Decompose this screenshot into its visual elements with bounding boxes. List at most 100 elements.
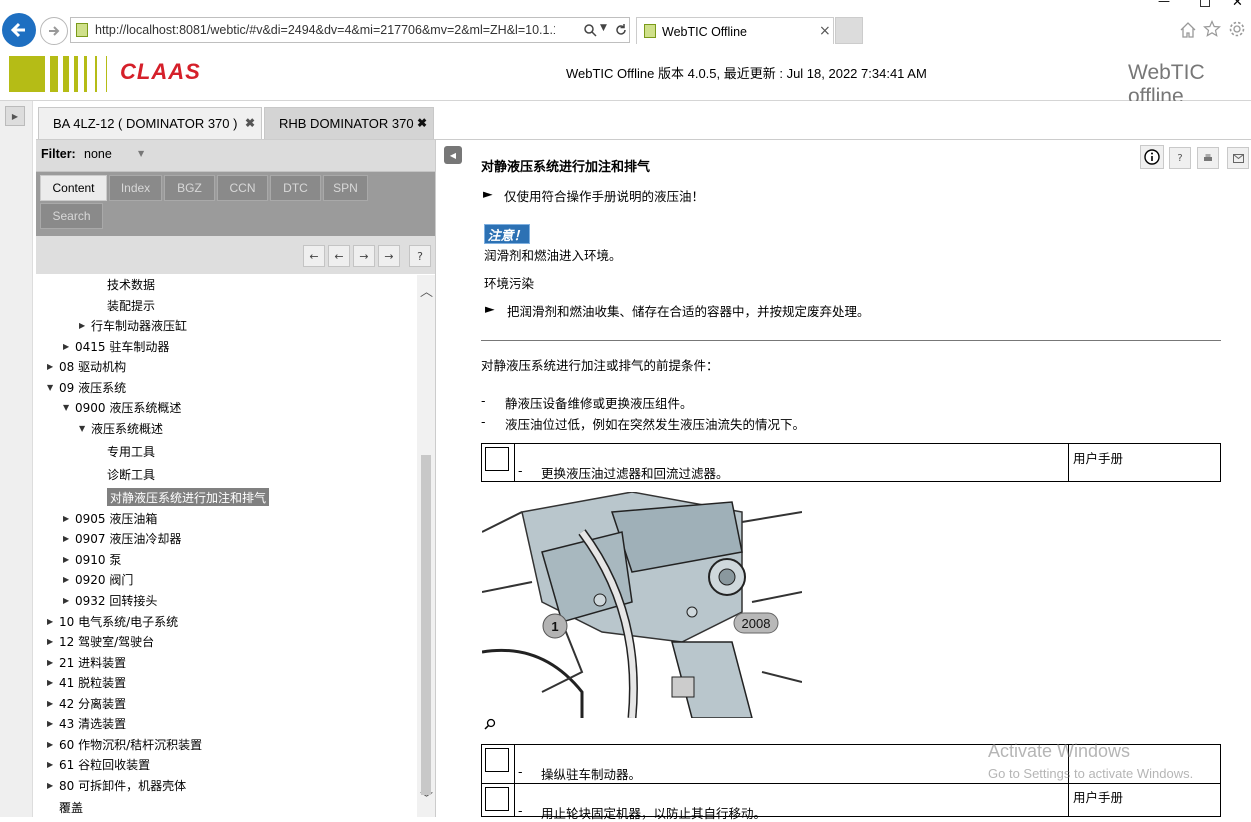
collapsed-icon[interactable]: ▶	[63, 575, 75, 584]
new-tab-button[interactable]	[835, 17, 863, 44]
close-icon[interactable]: ✖	[245, 116, 255, 130]
tree-item[interactable]: ▶ 10 电气系统/电子系统	[47, 612, 178, 630]
step-checkbox[interactable]	[485, 787, 509, 811]
zoom-icon[interactable]	[484, 718, 496, 730]
reference-text: 用户手册	[1073, 790, 1124, 805]
help-button[interactable]: ?	[409, 245, 431, 267]
tab-search[interactable]: Search	[40, 203, 103, 229]
expand-panel-button[interactable]: ▶	[5, 106, 25, 126]
step-checkbox[interactable]	[485, 748, 509, 772]
tree-item[interactable]: ▶ 0910 泵	[63, 550, 121, 568]
tree-nav-toolbar: ← ← → → ?	[36, 236, 435, 274]
address-bar[interactable]: http://localhost:8081/webtic/#v&di=2494&…	[70, 17, 630, 43]
minimize-button[interactable]: —	[1158, 0, 1170, 8]
collapsed-icon[interactable]: ▶	[47, 699, 59, 708]
hydraulic-figure[interactable]: 1 2008	[482, 492, 802, 718]
dropdown-icon[interactable]: ▼	[600, 23, 607, 33]
tree-item[interactable]: ▼ 09 液压系统	[47, 378, 126, 396]
forward-button[interactable]	[40, 17, 68, 45]
tree-item-selected[interactable]: 对静液压系统进行加注和排气	[107, 488, 270, 506]
home-icon[interactable]	[1179, 21, 1197, 39]
tab-spn[interactable]: SPN	[323, 175, 368, 201]
refresh-icon[interactable]	[614, 23, 628, 37]
tab-content[interactable]: Content	[40, 175, 107, 201]
tree-item[interactable]: ▶ 08 驱动机构	[47, 357, 126, 375]
tree-item[interactable]: ▶ 行车制动器液压缸	[79, 316, 187, 334]
back-button[interactable]	[2, 13, 36, 47]
collapsed-icon[interactable]: ▶	[63, 342, 75, 351]
tab-dtc[interactable]: DTC	[270, 175, 321, 201]
next-button[interactable]: →	[353, 245, 375, 267]
tree-item[interactable]: ▶ 12 驾驶室/驾驶台	[47, 632, 154, 650]
doc-tab-rhb[interactable]: RHB DOMINATOR 370 ✖	[264, 107, 434, 139]
tree-item[interactable]: 诊断工具	[107, 465, 155, 483]
app-header: CLAAS WebTIC Offline 版本 4.0.5, 最近更新 : Ju…	[0, 48, 1251, 108]
collapsed-icon[interactable]: ▶	[63, 555, 75, 564]
tree-item[interactable]: ▶ 80 可拆卸件，机器壳体	[47, 776, 186, 794]
collapsed-icon[interactable]: ▶	[47, 781, 59, 790]
tree-item[interactable]: 技术数据	[107, 275, 155, 293]
collapsed-icon[interactable]: ▶	[47, 760, 59, 769]
info-button[interactable]	[1140, 145, 1164, 169]
browser-toolbar: http://localhost:8081/webtic/#v&di=2494&…	[0, 0, 1251, 48]
tree-item[interactable]: ▶ 0932 回转接头	[63, 591, 157, 609]
tab-index[interactable]: Index	[109, 175, 162, 201]
collapse-panel-button[interactable]: ◀	[444, 146, 462, 164]
scroll-up-icon[interactable]: ︿	[420, 281, 433, 300]
row-divider	[482, 783, 1220, 784]
email-icon[interactable]	[1227, 147, 1249, 169]
list-dash: -	[481, 414, 486, 429]
collapsed-icon[interactable]: ▶	[47, 362, 59, 371]
tree-item[interactable]: ▶ 42 分离装置	[47, 694, 126, 712]
restore-button[interactable]	[1200, 0, 1210, 7]
collapsed-icon[interactable]: ▶	[63, 596, 75, 605]
tree-item-label: 0920 阀门	[75, 572, 134, 587]
collapsed-icon[interactable]: ▶	[79, 321, 91, 330]
scroll-thumb[interactable]	[421, 455, 431, 795]
gear-icon[interactable]	[1228, 20, 1246, 38]
tree-item[interactable]: ▶ 21 进料装置	[47, 653, 126, 671]
prev-button[interactable]: ←	[328, 245, 350, 267]
close-icon[interactable]: ✖	[417, 116, 427, 130]
first-button[interactable]: ←	[303, 245, 325, 267]
tree-item-label: 42 分离装置	[59, 696, 127, 711]
tree-item[interactable]: 专用工具	[107, 442, 155, 460]
doc-tab-ba[interactable]: BA 4LZ-12 ( DOMINATOR 370 ) ✖	[38, 107, 262, 139]
close-window-button[interactable]: ✕	[1232, 0, 1243, 10]
tree-item[interactable]: ▼ 液压系统概述	[79, 419, 163, 437]
search-icon[interactable]	[583, 23, 597, 37]
tree-item[interactable]: ▶ 43 清选装置	[47, 714, 126, 732]
tree-item[interactable]: ▶ 61 谷粒回收装置	[47, 755, 150, 773]
tree-item[interactable]: 装配提示	[107, 296, 155, 314]
collapsed-icon[interactable]: ▶	[47, 617, 59, 626]
expanded-icon[interactable]: ▼	[47, 383, 59, 392]
collapsed-icon[interactable]: ▶	[63, 514, 75, 523]
help-icon[interactable]: ?	[1169, 147, 1191, 169]
tree-item[interactable]: 覆盖	[59, 798, 83, 816]
tree-item[interactable]: ▶ 0415 驻车制动器	[63, 337, 169, 355]
expanded-icon[interactable]: ▼	[63, 403, 75, 412]
collapsed-icon[interactable]: ▶	[63, 534, 75, 543]
star-icon[interactable]	[1203, 20, 1221, 38]
tree-item[interactable]: ▶ 41 脱粒装置	[47, 673, 126, 691]
tree-item[interactable]: ▶ 0907 液压油冷却器	[63, 529, 181, 547]
step-checkbox[interactable]	[485, 447, 509, 471]
last-button[interactable]: →	[378, 245, 400, 267]
tab-bgz[interactable]: BGZ	[164, 175, 215, 201]
collapsed-icon[interactable]: ▶	[47, 678, 59, 687]
collapsed-icon[interactable]: ▶	[47, 658, 59, 667]
close-tab-icon[interactable]: ×	[819, 23, 831, 39]
tab-ccn[interactable]: CCN	[217, 175, 268, 201]
tree-item[interactable]: ▶ 0920 阀门	[63, 570, 133, 588]
browser-tab[interactable]: WebTIC Offline ×	[636, 17, 834, 44]
filter-label: Filter:	[41, 147, 76, 161]
tree-item[interactable]: ▼ 0900 液压系统概述	[63, 398, 181, 416]
collapsed-icon[interactable]: ▶	[47, 740, 59, 749]
filter-select[interactable]: none ▼	[78, 142, 156, 168]
tree-item[interactable]: ▶ 60 作物沉积/秸杆沉积装置	[47, 735, 202, 753]
tree-item[interactable]: ▶ 0905 液压油箱	[63, 509, 157, 527]
collapsed-icon[interactable]: ▶	[47, 719, 59, 728]
expanded-icon[interactable]: ▼	[79, 424, 91, 433]
print-icon[interactable]	[1197, 147, 1219, 169]
collapsed-icon[interactable]: ▶	[47, 637, 59, 646]
